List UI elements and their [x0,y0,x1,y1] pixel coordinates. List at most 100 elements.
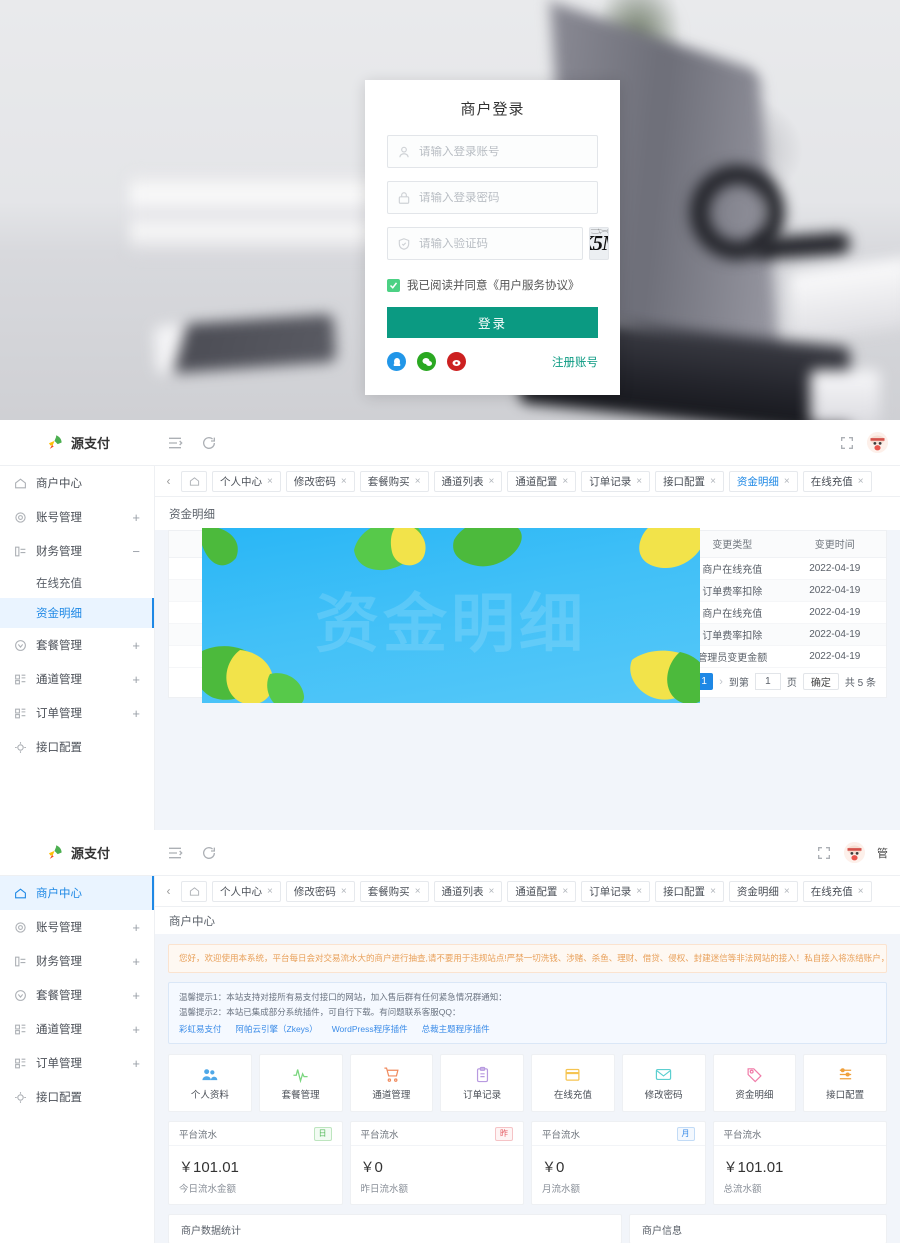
table-row[interactable]: 4 1 0.1 1 0.9 订单费率扣除 2022-04-19 [169,623,886,646]
captcha-input[interactable] [419,237,573,250]
close-icon[interactable]: × [710,476,716,487]
sidebar-item-account[interactable]: 账号管理 + [0,910,154,944]
tab-channel-config[interactable]: 通道配置 × [507,880,577,902]
shortcut-online-recharge[interactable]: 在线充值 [531,1054,615,1113]
tab-funds-detail[interactable]: 资金明细 × [728,470,798,492]
page-number-1[interactable]: 1 [695,673,714,690]
refresh-icon[interactable] [201,435,217,451]
close-icon[interactable]: × [341,886,347,897]
expand-plus-icon[interactable]: + [132,1057,140,1070]
tab-order-record[interactable]: 订单记录 × [581,880,651,902]
sidebar-subitem-online-recharge[interactable]: 在线充值 [0,568,154,598]
password-field[interactable] [387,181,598,214]
expand-plus-icon[interactable]: + [132,955,140,968]
agreement-checkbox[interactable] [387,278,400,292]
close-icon[interactable]: × [562,886,568,897]
login-submit-button[interactable]: 登录 [387,307,598,338]
expand-plus-icon[interactable]: + [132,989,140,1002]
tab-package-purchase[interactable]: 套餐购买 × [359,470,429,492]
close-icon[interactable]: × [415,886,421,897]
close-icon[interactable]: × [858,886,864,897]
qq-icon[interactable] [387,352,406,371]
link-rainbow-pay[interactable]: 彩虹易支付 [179,1022,222,1037]
close-icon[interactable]: × [562,476,568,487]
expand-plus-icon[interactable]: + [132,707,140,720]
close-icon[interactable]: × [784,476,790,487]
close-icon[interactable]: × [636,886,642,897]
sidebar-item-package[interactable]: 套餐管理 + [0,978,154,1012]
tab-channel-config[interactable]: 通道配置 × [507,470,577,492]
link-apayun-zkeys[interactable]: 阿帕云引擎（Zkeys） [236,1022,318,1037]
table-row[interactable]: 7 1 1 100.9 101.9 商户在线充值 2022-04-19 [169,557,886,580]
page-next-icon[interactable]: › [719,676,723,688]
shortcut-api-config[interactable]: 接口配置 [803,1054,887,1113]
shortcut-order-record[interactable]: 订单记录 [440,1054,524,1113]
link-wordpress-plugin[interactable]: WordPress程序插件 [332,1022,408,1037]
sidebar-item-api-config[interactable]: 接口配置 [0,730,154,764]
close-icon[interactable]: × [710,886,716,897]
table-row[interactable]: 6 1 0 100.9 100.9 订单费率扣除 2022-04-19 [169,579,886,602]
expand-plus-icon[interactable]: + [132,673,140,686]
shortcut-funds-detail[interactable]: 资金明细 [712,1054,797,1113]
tab-api-config[interactable]: 接口配置 × [655,880,724,902]
link-ceo-theme-plugin[interactable]: 总裁主题程序插件 [422,1022,490,1037]
table-row[interactable]: 3 1 1 0 1 管理员变更金额 2022-04-19 [169,645,886,668]
tabs-scroll-left-icon[interactable]: ‹ [161,884,176,898]
close-icon[interactable]: × [784,886,790,897]
fullscreen-icon[interactable] [839,435,855,451]
goto-confirm-button[interactable]: 确定 [802,673,839,690]
brand-logo[interactable]: 源支付 [0,830,155,876]
shortcut-package-management[interactable]: 套餐管理 [258,1054,343,1113]
close-icon[interactable]: × [267,476,273,487]
refresh-icon[interactable] [201,845,217,861]
close-icon[interactable]: × [489,886,495,897]
sidebar-item-merchant-center[interactable]: 商户中心 [0,876,154,910]
captcha-field[interactable] [387,227,583,260]
sidebar-item-account[interactable]: 账号管理 + [0,500,154,534]
tab-home-button[interactable] [181,470,207,492]
tabs-scroll-left-icon[interactable]: ‹ [161,474,176,488]
tab-change-password[interactable]: 修改密码 × [285,470,355,492]
tab-channel-list[interactable]: 通道列表 × [433,470,503,492]
close-icon[interactable]: × [636,476,642,487]
tab-order-record[interactable]: 订单记录 × [581,470,651,492]
tab-change-password[interactable]: 修改密码 × [285,880,355,902]
tab-online-recharge[interactable]: 在线充值 × [802,880,872,902]
fullscreen-icon[interactable] [816,845,832,861]
tab-package-purchase[interactable]: 套餐购买 × [359,880,429,902]
expand-plus-icon[interactable]: + [132,639,140,652]
sidebar-item-order[interactable]: 订单管理 + [0,696,154,730]
sidebar-item-order[interactable]: 订单管理 + [0,1046,154,1080]
expand-plus-icon[interactable]: + [132,511,140,524]
sidebar-item-channel[interactable]: 通道管理 + [0,662,154,696]
shortcut-channel-management[interactable]: 通道管理 [349,1054,434,1113]
weibo-icon[interactable] [447,352,466,371]
shortcut-personal-profile[interactable]: 个人资料 [168,1054,252,1113]
table-row[interactable]: 5 1 100 0.9 100.9 商户在线充值 2022-04-19 [169,601,886,624]
password-input[interactable] [419,191,588,204]
tab-personal-center[interactable]: 个人中心 × [212,470,281,492]
close-icon[interactable]: × [858,476,864,487]
sidebar-item-api-config[interactable]: 接口配置 [0,1080,154,1114]
user-avatar[interactable] [844,842,865,863]
tab-home-button[interactable] [181,880,207,902]
tab-personal-center[interactable]: 个人中心 × [212,880,281,902]
sidebar-subitem-funds-detail[interactable]: 资金明细 [0,598,154,628]
expand-plus-icon[interactable]: + [132,921,140,934]
tab-api-config[interactable]: 接口配置 × [655,470,724,492]
register-link[interactable]: 注册账号 [552,354,598,370]
menu-collapse-icon[interactable] [167,845,183,861]
expand-plus-icon[interactable]: + [132,1023,140,1036]
sidebar-item-channel[interactable]: 通道管理 + [0,1012,154,1046]
tab-channel-list[interactable]: 通道列表 × [433,880,503,902]
collapse-minus-icon[interactable]: − [132,545,140,558]
close-icon[interactable]: × [267,886,273,897]
goto-page-input[interactable] [754,673,781,690]
menu-collapse-icon[interactable] [167,435,183,451]
tab-online-recharge[interactable]: 在线充值 × [802,470,872,492]
account-input[interactable] [419,145,588,158]
close-icon[interactable]: × [489,476,495,487]
sidebar-item-finance[interactable]: 财务管理 + [0,944,154,978]
page-prev-icon[interactable]: ‹ [686,676,690,688]
shortcut-change-password[interactable]: 修改密码 [621,1054,706,1113]
